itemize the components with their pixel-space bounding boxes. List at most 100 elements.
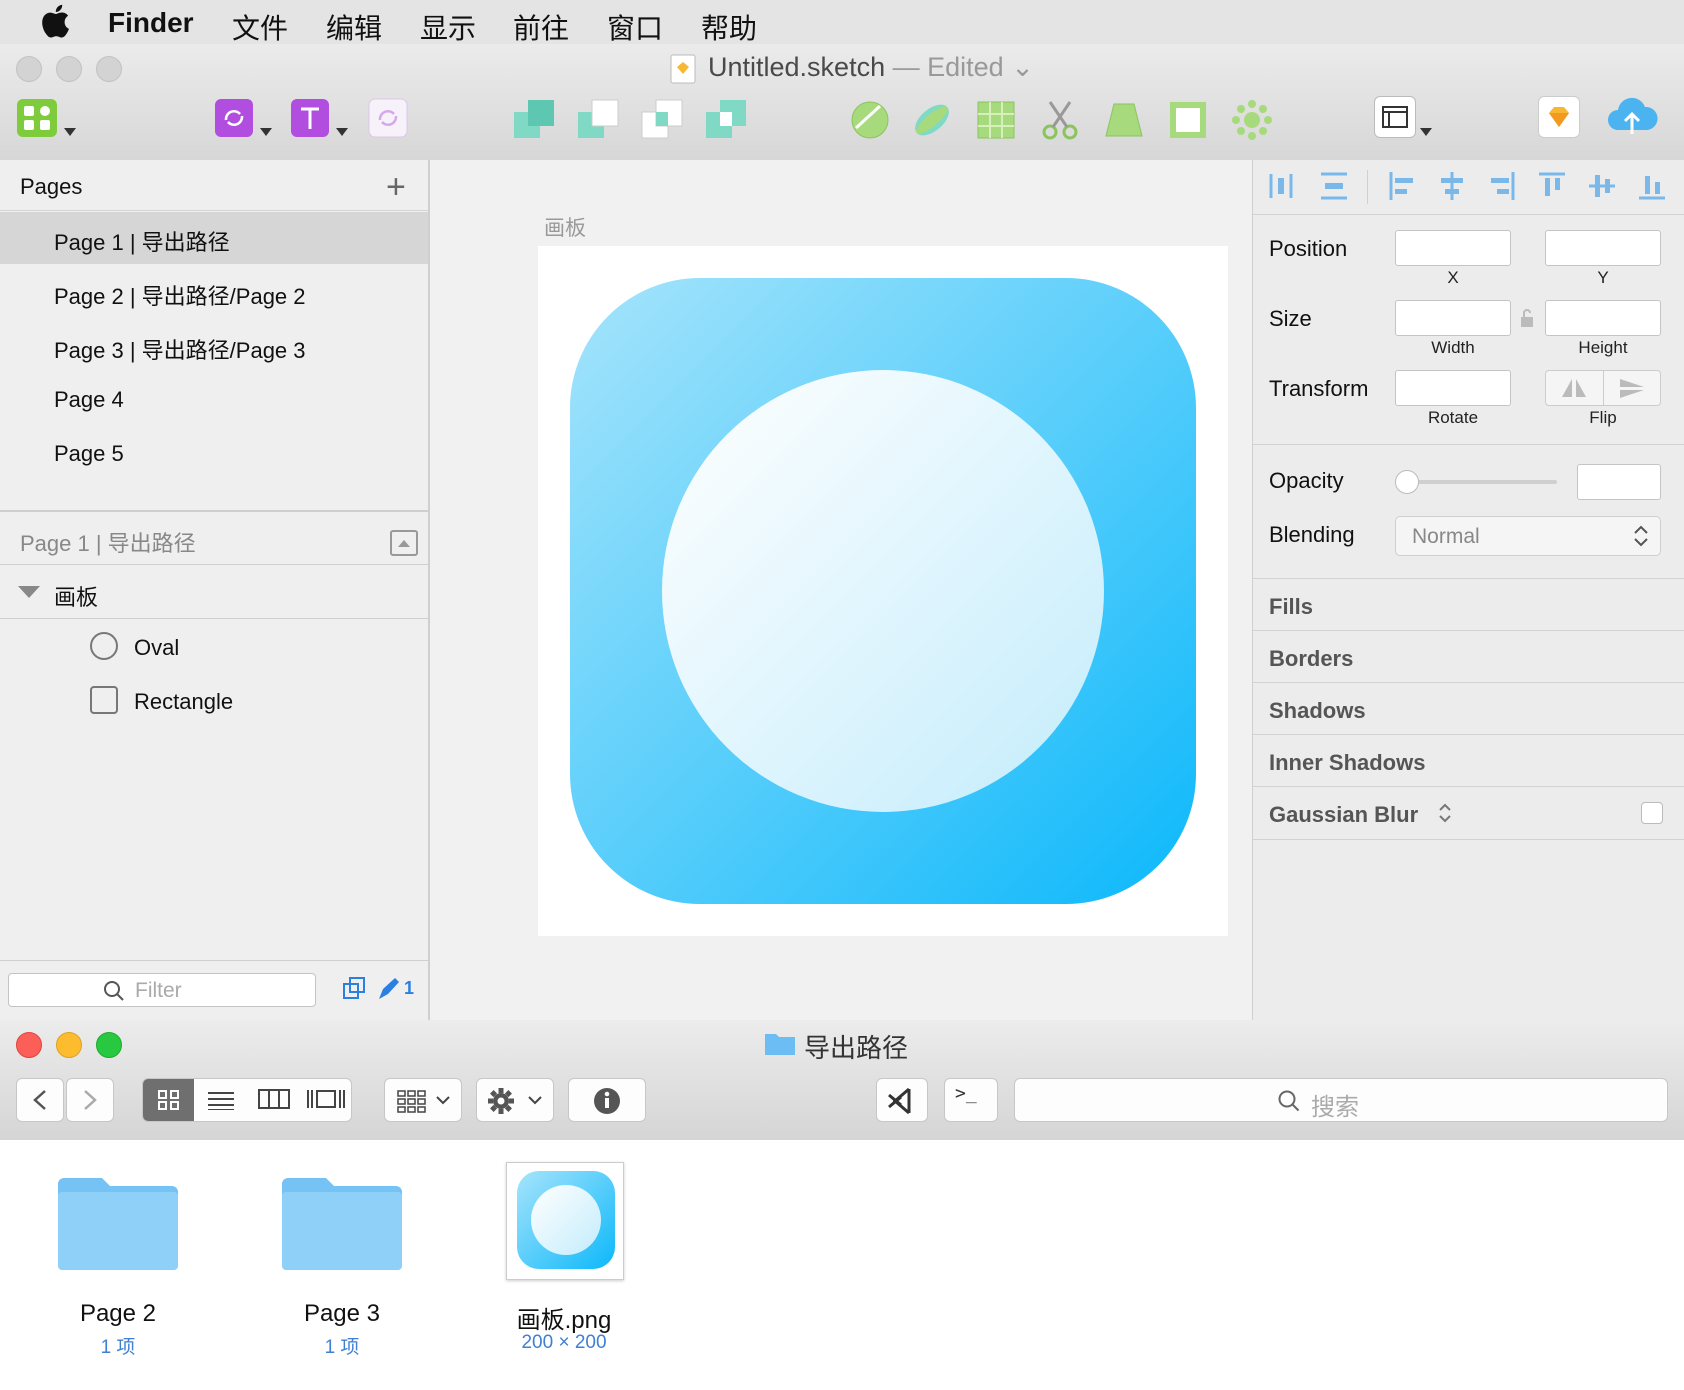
info-button[interactable] bbox=[568, 1078, 646, 1122]
disclosure-triangle-icon[interactable] bbox=[18, 586, 40, 598]
back-button[interactable] bbox=[16, 1078, 64, 1122]
group-button[interactable] bbox=[384, 1078, 462, 1122]
cloud-upload-icon[interactable] bbox=[1606, 94, 1658, 143]
text-style-icon[interactable] bbox=[290, 98, 330, 143]
forward-button[interactable] bbox=[66, 1078, 114, 1122]
gaussian-blur-section[interactable]: Gaussian Blur bbox=[1253, 786, 1684, 840]
distribute-horizontal-icon[interactable] bbox=[1267, 170, 1295, 202]
distribute-vertical-icon[interactable] bbox=[1319, 170, 1349, 202]
file-name[interactable]: Page 3 bbox=[262, 1300, 422, 1328]
pen-icon[interactable] bbox=[376, 976, 402, 1007]
lock-icon[interactable] bbox=[1519, 308, 1535, 333]
column-view-icon[interactable] bbox=[258, 1088, 290, 1115]
zoom-button[interactable] bbox=[96, 56, 122, 82]
apple-icon[interactable] bbox=[40, 4, 70, 45]
search-field[interactable]: 搜索 bbox=[1014, 1078, 1668, 1122]
shadows-section[interactable]: Shadows bbox=[1253, 682, 1684, 735]
difference-icon[interactable] bbox=[704, 98, 748, 147]
chevron-down-icon[interactable] bbox=[336, 128, 348, 136]
chevron-down-icon[interactable]: ⌄ bbox=[1011, 52, 1034, 82]
collapse-icon[interactable] bbox=[390, 530, 418, 556]
copy-icon[interactable] bbox=[342, 976, 368, 1007]
artboard[interactable] bbox=[538, 246, 1228, 936]
intersect-icon[interactable] bbox=[640, 98, 684, 147]
close-button[interactable] bbox=[16, 56, 42, 82]
height-input[interactable] bbox=[1545, 300, 1661, 336]
folder-icon[interactable] bbox=[282, 1176, 402, 1270]
folder-icon[interactable] bbox=[58, 1176, 178, 1270]
y-input[interactable] bbox=[1545, 230, 1661, 266]
layer-item[interactable]: Rectangle bbox=[0, 674, 428, 726]
flip-vertical-icon[interactable] bbox=[1618, 377, 1646, 399]
fills-section[interactable]: Fills bbox=[1253, 578, 1684, 631]
chevron-down-icon[interactable] bbox=[64, 128, 76, 136]
icon-view-button[interactable] bbox=[143, 1079, 194, 1121]
chevron-down-icon[interactable] bbox=[1420, 128, 1432, 136]
view-icon[interactable] bbox=[1374, 96, 1416, 138]
menu-window[interactable]: 窗口 bbox=[607, 7, 663, 47]
opacity-slider[interactable] bbox=[1405, 480, 1557, 484]
action-button[interactable] bbox=[476, 1078, 554, 1122]
opacity-input[interactable] bbox=[1577, 464, 1661, 500]
transform-icon[interactable] bbox=[1102, 98, 1146, 147]
menu-help[interactable]: 帮助 bbox=[701, 7, 757, 47]
inner-shadows-section[interactable]: Inner Shadows bbox=[1253, 734, 1684, 787]
add-page-icon[interactable]: + bbox=[386, 170, 406, 204]
mask-icon[interactable] bbox=[974, 98, 1018, 147]
rotate-copies-icon[interactable] bbox=[910, 98, 954, 147]
page-item[interactable]: Page 5 bbox=[0, 428, 428, 480]
settings-icon[interactable] bbox=[1230, 98, 1274, 147]
menu-edit[interactable]: 编辑 bbox=[326, 7, 382, 47]
width-input[interactable] bbox=[1395, 300, 1511, 336]
canvas[interactable]: 画板 bbox=[430, 160, 1252, 1020]
page-item[interactable]: Page 4 bbox=[0, 374, 428, 426]
chevron-down-icon[interactable] bbox=[260, 128, 272, 136]
close-button[interactable] bbox=[16, 1032, 42, 1058]
png-thumbnail[interactable] bbox=[506, 1162, 624, 1280]
file-name[interactable]: 画板.png bbox=[484, 1300, 644, 1335]
minimize-button[interactable] bbox=[56, 56, 82, 82]
flip-horizontal-icon[interactable] bbox=[1560, 377, 1588, 399]
layer-item[interactable]: Oval bbox=[0, 620, 428, 672]
x-input[interactable] bbox=[1395, 230, 1511, 266]
override-icon[interactable] bbox=[368, 98, 408, 143]
menu-file[interactable]: 文件 bbox=[232, 7, 288, 47]
rotate-input[interactable] bbox=[1395, 370, 1511, 406]
chevron-updown-icon[interactable] bbox=[1437, 801, 1453, 825]
page-item[interactable]: Page 2 | 导出路径/Page 2 bbox=[0, 266, 428, 318]
align-bottom-icon[interactable] bbox=[1637, 170, 1667, 202]
terminal-button[interactable]: >_ bbox=[944, 1078, 998, 1122]
layer-artboard[interactable]: 画板 bbox=[0, 566, 428, 618]
gaussian-blur-checkbox[interactable] bbox=[1641, 802, 1663, 824]
align-right-icon[interactable] bbox=[1487, 170, 1517, 202]
vscode-button[interactable] bbox=[876, 1078, 928, 1122]
union-icon[interactable] bbox=[512, 98, 556, 147]
minimize-button[interactable] bbox=[56, 1032, 82, 1058]
file-name[interactable]: Page 2 bbox=[38, 1300, 198, 1328]
align-top-icon[interactable] bbox=[1537, 170, 1567, 202]
list-view-icon[interactable] bbox=[206, 1090, 236, 1115]
sketch-logo-icon[interactable] bbox=[1538, 96, 1580, 138]
align-center-icon[interactable] bbox=[1437, 170, 1467, 202]
align-middle-icon[interactable] bbox=[1587, 170, 1617, 202]
flatten-icon[interactable] bbox=[1166, 98, 1210, 147]
edit-icon[interactable] bbox=[848, 98, 892, 147]
page-item[interactable]: Page 3 | 导出路径/Page 3 bbox=[0, 320, 428, 372]
flip-control[interactable] bbox=[1545, 370, 1661, 406]
symbol-icon[interactable] bbox=[214, 98, 254, 143]
scissors-icon[interactable] bbox=[1038, 98, 1082, 147]
align-left-icon[interactable] bbox=[1387, 170, 1417, 202]
gallery-view-icon[interactable] bbox=[306, 1088, 346, 1115]
menu-view[interactable]: 显示 bbox=[420, 7, 476, 47]
page-item[interactable]: Page 1 | 导出路径 bbox=[0, 212, 428, 264]
opacity-slider-knob[interactable] bbox=[1395, 470, 1419, 494]
oval-shape[interactable] bbox=[662, 370, 1104, 812]
insert-icon[interactable] bbox=[16, 98, 60, 138]
borders-section[interactable]: Borders bbox=[1253, 630, 1684, 683]
menu-go[interactable]: 前往 bbox=[513, 7, 569, 47]
artboard-title[interactable]: 画板 bbox=[544, 212, 586, 242]
blending-select[interactable]: Normal bbox=[1395, 516, 1661, 556]
menu-app-name[interactable]: Finder bbox=[108, 7, 194, 39]
filter-input[interactable]: Filter bbox=[8, 973, 316, 1007]
subtract-icon[interactable] bbox=[576, 98, 620, 147]
